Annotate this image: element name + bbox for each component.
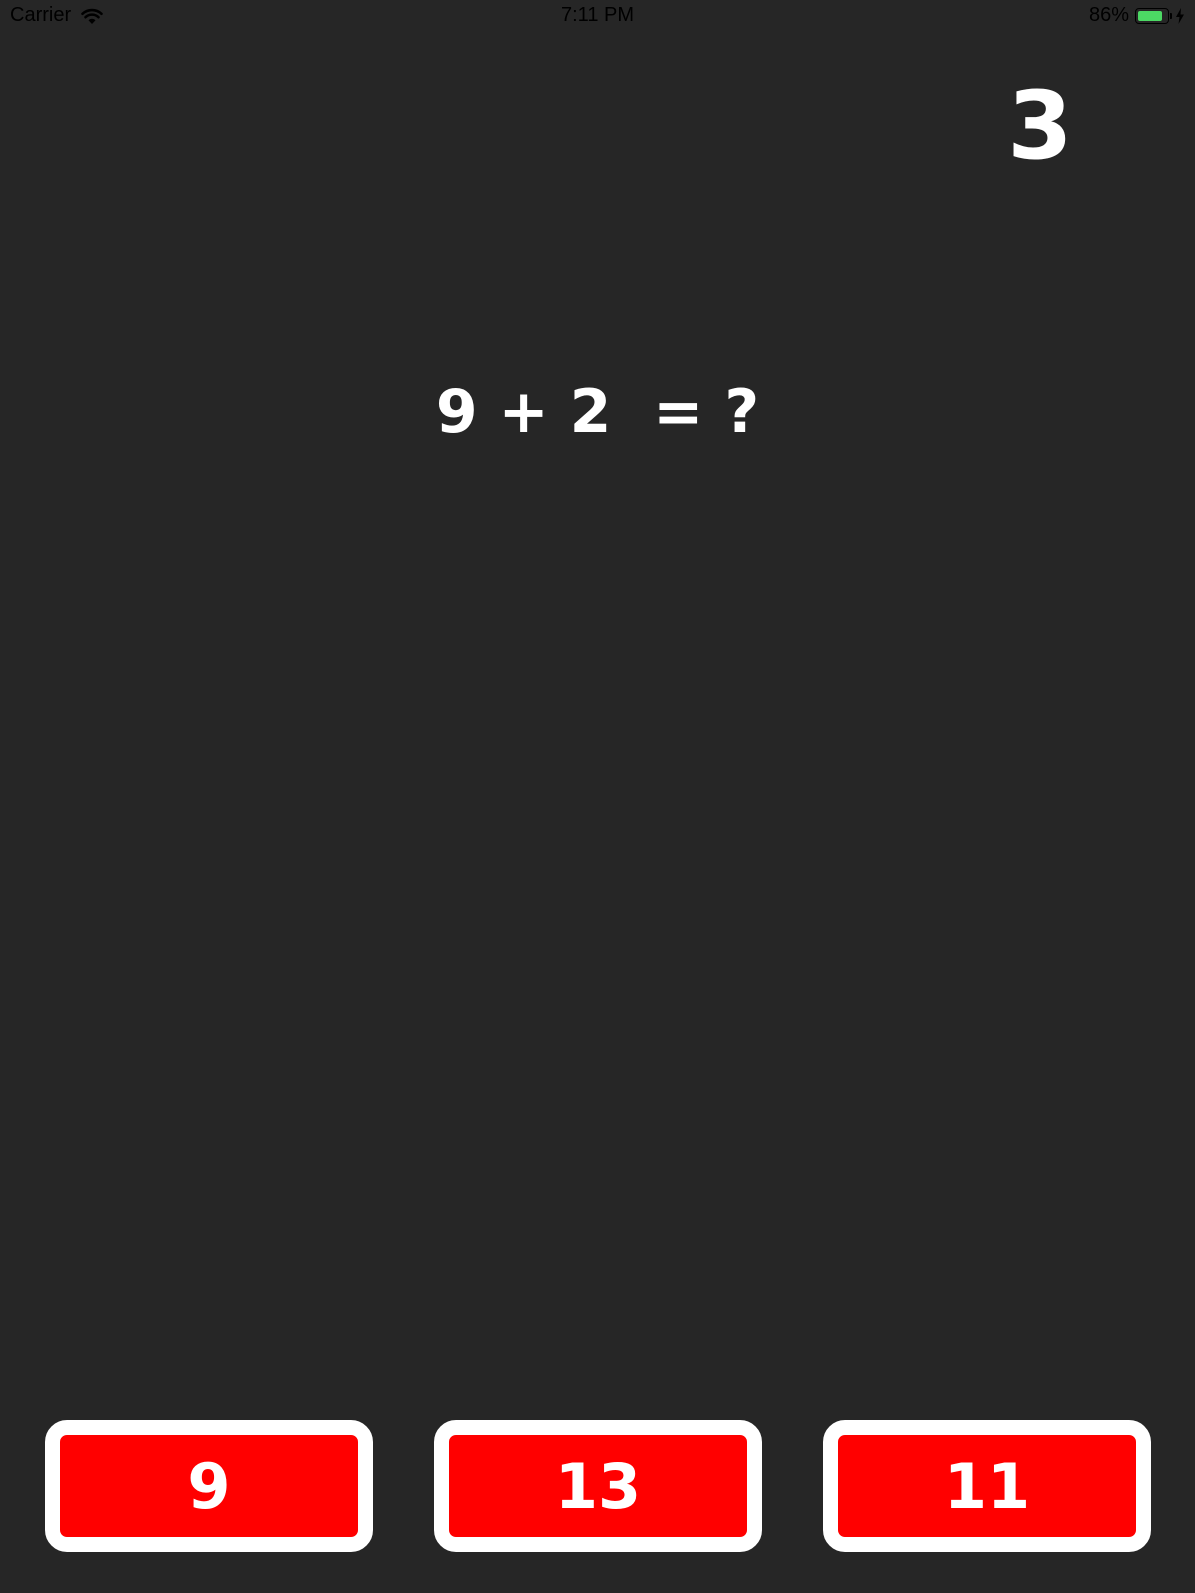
status-time: 7:11 PM <box>561 4 634 26</box>
battery-percentage: 86% <box>1088 4 1129 26</box>
battery-level-fill <box>1138 10 1163 21</box>
status-bar: Carrier 7:11 PM 86% <box>0 0 1195 32</box>
battery-icon <box>1135 7 1172 24</box>
answer-button-1[interactable]: 9 <box>45 1420 373 1552</box>
answer-button-3[interactable]: 11 <box>823 1420 1151 1552</box>
answer-options: 9 13 11 <box>0 1420 1195 1552</box>
math-question: 9 + 2 = ? <box>435 377 760 447</box>
answer-button-2[interactable]: 13 <box>434 1420 762 1552</box>
score-counter: 3 <box>1007 72 1073 181</box>
charging-bolt-icon <box>1176 7 1184 24</box>
battery-group: 86% <box>1089 4 1185 27</box>
